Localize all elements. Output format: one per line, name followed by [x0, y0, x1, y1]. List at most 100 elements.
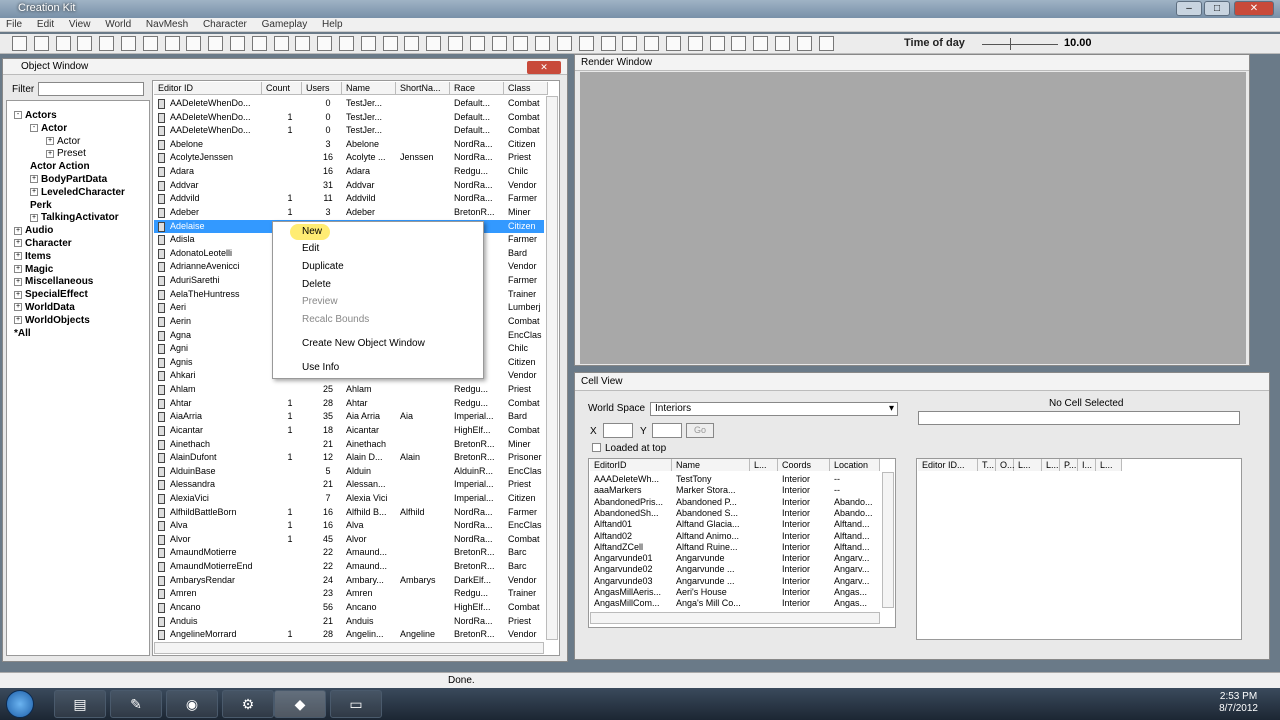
scale-icon[interactable] [360, 36, 376, 51]
tool-20-icon[interactable] [796, 36, 812, 51]
column-header[interactable]: L... [1014, 459, 1042, 471]
tree-item[interactable]: + Magic [14, 264, 53, 275]
column-header[interactable]: ShortNa... [396, 82, 450, 95]
expand-toggle-icon[interactable]: + [46, 149, 54, 158]
list-item[interactable]: Alftand02 Alftand Animo... Interior Alftand… [594, 531, 884, 542]
column-header[interactable]: EditorID [590, 459, 672, 471]
column-header[interactable]: L... [1096, 459, 1122, 471]
save-icon[interactable] [33, 36, 49, 51]
tree-item[interactable]: Perk [30, 200, 52, 211]
expand-toggle-icon[interactable]: + [30, 213, 38, 222]
ref-4-icon[interactable] [186, 36, 202, 51]
column-header[interactable]: Name [672, 459, 750, 471]
column-header[interactable]: Class [504, 82, 548, 95]
table-row[interactable]: AmaundMotierre 22 Amaund... BretonR... Barc [154, 546, 544, 560]
object-window-close-button[interactable]: ✕ [527, 61, 561, 74]
y-coord-input[interactable] [652, 423, 682, 438]
tool-12-icon[interactable] [622, 36, 638, 51]
ref-3-icon[interactable] [164, 36, 180, 51]
expand-toggle-icon[interactable]: + [14, 252, 22, 261]
table-row[interactable]: AmbarysRendar 24 Ambary... Ambarys DarkElf..… [154, 574, 544, 588]
undo-icon[interactable] [77, 36, 93, 51]
tool-7-icon[interactable] [513, 36, 529, 51]
expand-toggle-icon[interactable]: - [14, 111, 22, 120]
table-row[interactable]: AlduinBase 5 Alduin AlduinR... EncClas [154, 465, 544, 479]
list-item[interactable]: AbandonedPris... Abandoned P... Interior Ab… [594, 497, 884, 508]
column-header[interactable]: Count [262, 82, 302, 95]
tree-item[interactable]: + WorldObjects [14, 315, 90, 326]
list-item[interactable]: aaaMarkers Marker Stora... Interior -- [594, 485, 884, 496]
list-item[interactable]: AngasMillAeris... Aeri's House Interior Ang… [594, 587, 884, 598]
start-button[interactable] [6, 690, 34, 718]
expand-toggle-icon[interactable]: + [14, 290, 22, 299]
tool-21-icon[interactable] [818, 36, 834, 51]
expand-toggle-icon[interactable]: + [14, 303, 22, 312]
minimize-button[interactable]: – [1176, 1, 1202, 16]
table-row[interactable]: Amren 23 Amren Redgu... Trainer [154, 587, 544, 601]
expand-toggle-icon[interactable]: + [14, 239, 22, 248]
expand-toggle-icon[interactable]: + [30, 188, 38, 197]
menu-character[interactable]: Character [197, 18, 253, 31]
close-app-button[interactable]: ✕ [1234, 1, 1274, 16]
cell-list-hscrollbar[interactable] [590, 612, 880, 624]
tree-item[interactable]: + LeveledCharacter [30, 187, 125, 198]
tree-item[interactable]: + Miscellaneous [14, 276, 93, 287]
tree-item[interactable]: + BodyPartData [30, 174, 107, 185]
table-row[interactable]: Adara 16 Adara Redgu... Chilc [154, 165, 544, 179]
context-menu-item[interactable]: Delete [302, 279, 331, 290]
tool-3-icon[interactable] [426, 36, 442, 51]
column-header[interactable]: Users [302, 82, 342, 95]
object-list-hscrollbar[interactable] [154, 642, 544, 654]
tree-item[interactable]: + Audio [14, 225, 53, 236]
render-viewport[interactable] [580, 72, 1246, 364]
cell-reference-list[interactable] [916, 458, 1242, 640]
list-item[interactable]: AlftandZCell Alftand Ruine... Interior Alft… [594, 542, 884, 553]
context-menu-item[interactable]: Preview [302, 296, 338, 307]
ref-2-icon[interactable] [142, 36, 158, 51]
expand-toggle-icon[interactable]: + [46, 136, 54, 145]
context-menu-item[interactable]: Use Info [302, 362, 339, 373]
tool-6-icon[interactable] [491, 36, 507, 51]
list-item[interactable]: Angarvunde01 Angarvunde Interior Angarv... [594, 553, 884, 564]
list-item[interactable]: Angarvunde03 Angarvunde ... Interior Angarv… [594, 576, 884, 587]
table-row[interactable]: Abelone 3 Abelone NordRa... Citizen [154, 138, 544, 152]
table-row[interactable]: Addvar 31 Addvar NordRa... Vendor [154, 179, 544, 193]
tool-19-icon[interactable] [775, 36, 790, 51]
steam-taskbar-icon[interactable]: ⚙ [222, 690, 274, 718]
column-header[interactable]: Coords [778, 459, 830, 471]
table-row[interactable]: Ahlam 25 Ahlam Redgu... Priest [154, 383, 544, 397]
table-row[interactable]: AADeleteWhenDo... 1 0 TestJer... Default... C… [154, 124, 544, 138]
expand-toggle-icon[interactable]: + [14, 264, 22, 273]
taskbar-clock[interactable]: 2:53 PM 8/7/2012 [1219, 691, 1258, 715]
table-row[interactable]: Adeber 1 3 Adeber BretonR... Miner [154, 206, 544, 220]
ref-1-icon[interactable] [121, 36, 136, 51]
column-header[interactable]: Editor ID [154, 82, 262, 95]
table-row[interactable]: Ainethach 21 Ainethach BretonR... Miner [154, 438, 544, 452]
menu-navmesh[interactable]: NavMesh [140, 18, 194, 31]
column-header[interactable]: Race [450, 82, 504, 95]
tool-8-icon[interactable] [535, 36, 551, 51]
ref-5-icon[interactable] [208, 36, 224, 51]
column-header[interactable]: Location [830, 459, 880, 471]
go-button[interactable]: Go [686, 423, 714, 438]
table-row[interactable]: AlfhildBattleBorn 1 16 Alfhild B... Alfhild N… [154, 506, 544, 520]
tree-item[interactable]: - Actor [30, 123, 67, 134]
time-of-day-slider-thumb[interactable] [1010, 38, 1011, 50]
save-as-icon[interactable] [55, 36, 71, 51]
tree-item[interactable]: + Actor [46, 136, 80, 147]
tool-2-icon[interactable] [404, 36, 420, 51]
expand-toggle-icon[interactable]: + [14, 277, 22, 286]
context-menu-item[interactable]: Create New Object Window [302, 338, 425, 349]
table-row[interactable]: AADeleteWhenDo... 1 0 TestJer... Default... C… [154, 111, 544, 125]
tool-10-icon[interactable] [578, 36, 594, 51]
table-row[interactable]: AlainDufont 1 12 Alain D... Alain BretonR... P… [154, 451, 544, 465]
tree-item[interactable]: - Actors [14, 110, 57, 121]
expand-toggle-icon[interactable]: + [14, 226, 22, 235]
column-header[interactable]: I... [1078, 459, 1096, 471]
app-taskbar-icon[interactable]: ✎ [110, 690, 162, 718]
menu-world[interactable]: World [99, 18, 137, 31]
grass-icon[interactable] [317, 36, 333, 51]
context-menu-item[interactable]: New [302, 226, 322, 237]
context-menu-item[interactable]: Recalc Bounds [302, 314, 369, 325]
tool-14-icon[interactable] [666, 36, 681, 51]
